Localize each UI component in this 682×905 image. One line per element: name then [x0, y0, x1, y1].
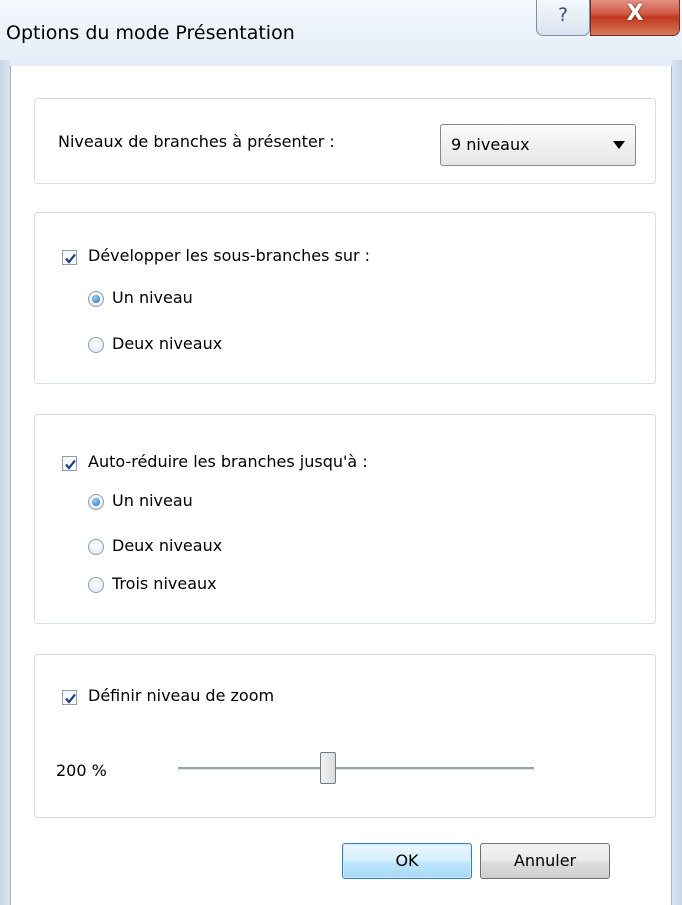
- chevron-down-icon: [613, 141, 625, 149]
- zoom-label: Définir niveau de zoom: [88, 686, 275, 705]
- collapse-option-label: Deux niveaux: [112, 536, 223, 555]
- zoom-checkbox[interactable]: [62, 690, 77, 705]
- check-icon: [65, 459, 76, 470]
- expand-option-label: Un niveau: [112, 288, 193, 307]
- levels-label: Niveaux de branches à présenter :: [58, 132, 335, 151]
- close-button[interactable]: X: [590, 0, 680, 36]
- title-bar: Options du mode Présentation ? X: [0, 0, 682, 66]
- levels-dropdown[interactable]: 9 niveaux: [440, 124, 636, 166]
- expand-label: Développer les sous-branches sur :: [88, 246, 371, 265]
- collapse-checkbox[interactable]: [62, 456, 77, 471]
- collapse-radio-three-levels[interactable]: [88, 577, 104, 593]
- collapse-radio-two-levels[interactable]: [88, 539, 104, 555]
- ok-button[interactable]: OK: [342, 843, 472, 879]
- window-title: Options du mode Présentation: [6, 22, 295, 44]
- help-button[interactable]: ?: [536, 0, 590, 36]
- expand-radio-one-level[interactable]: [88, 291, 104, 307]
- close-icon: X: [626, 1, 644, 26]
- collapse-radio-one-level[interactable]: [88, 494, 104, 510]
- expand-checkbox[interactable]: [62, 250, 77, 265]
- cancel-button[interactable]: Annuler: [480, 843, 610, 879]
- radio-selected-dot: [92, 498, 100, 506]
- expand-option-label: Deux niveaux: [112, 334, 223, 353]
- collapse-label: Auto-réduire les branches jusqu'à :: [88, 452, 368, 471]
- zoom-group: [34, 654, 656, 818]
- zoom-slider-track[interactable]: [178, 767, 534, 770]
- zoom-value: 200 %: [56, 761, 107, 780]
- window-frame-left: [0, 60, 10, 905]
- check-icon: [65, 253, 76, 264]
- zoom-slider-thumb[interactable]: [320, 752, 336, 784]
- help-icon: ?: [557, 4, 569, 26]
- window-frame-right: [672, 60, 682, 905]
- levels-dropdown-value: 9 niveaux: [451, 135, 530, 154]
- collapse-option-label: Trois niveaux: [112, 574, 217, 593]
- check-icon: [65, 693, 76, 704]
- expand-radio-two-levels[interactable]: [88, 337, 104, 353]
- collapse-option-label: Un niveau: [112, 491, 193, 510]
- radio-selected-dot: [92, 295, 100, 303]
